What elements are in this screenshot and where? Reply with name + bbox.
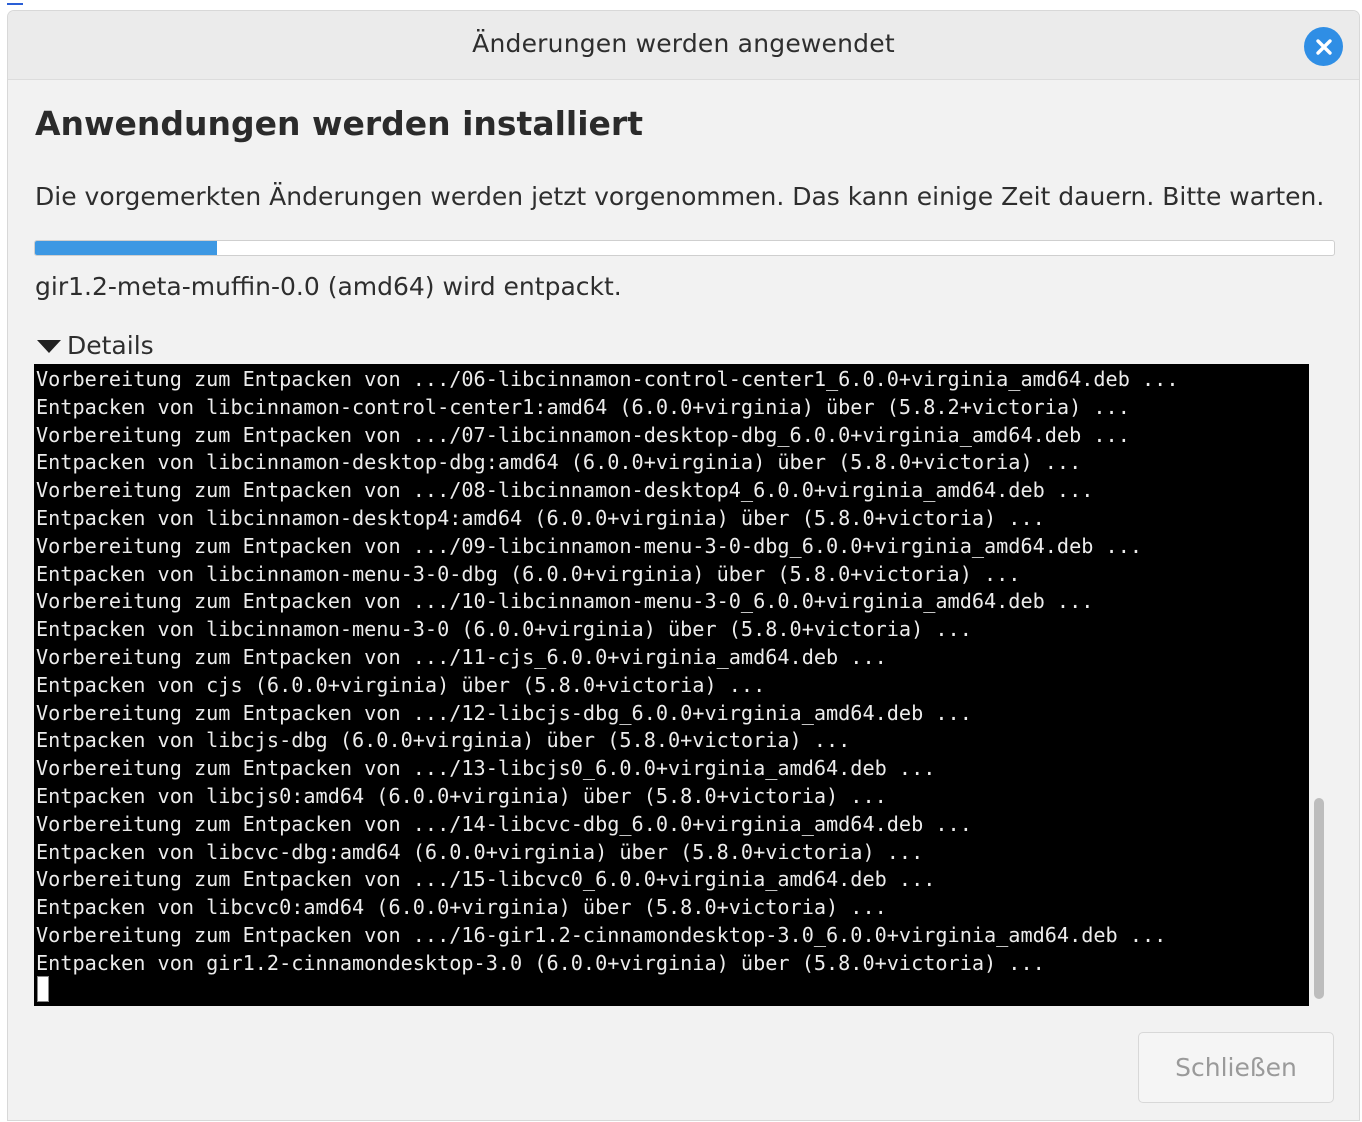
description-text: Die vorgemerkten Änderungen werden jetzt… [35,182,1325,211]
terminal-line: Vorbereitung zum Entpacken von .../07-li… [36,422,1130,447]
terminal-line: Entpacken von libcjs0:amd64 (6.0.0+virgi… [36,783,887,808]
window-close-button[interactable] [1304,27,1343,66]
terminal-line: Vorbereitung zum Entpacken von .../16-gi… [36,922,1167,947]
terminal-line: Entpacken von libcinnamon-desktop4:amd64… [36,505,1045,530]
details-label: Details [67,331,154,360]
terminal-line: Entpacken von libcjs-dbg (6.0.0+virginia… [36,728,851,753]
terminal-line: Entpacken von gir1.2-cinnamondesktop-3.0… [36,950,1045,975]
terminal-output[interactable]: Vorbereitung zum Entpacken von .../06-li… [34,364,1309,1006]
terminal-line: Vorbereitung zum Entpacken von .../15-li… [36,867,936,892]
status-text: gir1.2-meta-muffin-0.0 (amd64) wird entp… [35,272,622,301]
terminal-line: Vorbereitung zum Entpacken von .../12-li… [36,700,972,725]
terminal-line: Vorbereitung zum Entpacken von .../13-li… [36,756,936,781]
terminal-line: Vorbereitung zum Entpacken von .../08-li… [36,478,1094,503]
terminal-lines: Vorbereitung zum Entpacken von .../06-li… [34,366,1178,978]
triangle-down-icon [37,340,61,353]
terminal-line: Entpacken von libcinnamon-control-center… [36,394,1130,419]
progress-bar-fill [35,241,217,255]
top-edge-marker [7,3,23,5]
terminal-cursor [37,976,49,1002]
terminal-line: Entpacken von libcvc0:amd64 (6.0.0+virgi… [36,895,887,920]
terminal-line: Vorbereitung zum Entpacken von .../14-li… [36,811,972,836]
terminal-line: Entpacken von libcinnamon-menu-3-0-dbg (… [36,561,1021,586]
terminal-line: Vorbereitung zum Entpacken von .../06-li… [36,367,1179,391]
close-button[interactable]: Schließen [1138,1032,1334,1103]
terminal-line: Entpacken von libcinnamon-menu-3-0 (6.0.… [36,617,972,642]
terminal-line: Vorbereitung zum Entpacken von .../11-cj… [36,644,887,669]
terminal-line: Entpacken von cjs (6.0.0+virginia) über … [36,672,766,697]
title-bar: Änderungen werden angewendet [8,11,1359,80]
terminal-line: Entpacken von libcinnamon-desktop-dbg:am… [36,450,1082,475]
progress-bar [34,240,1335,256]
dialog-window: Änderungen werden angewendet Anwendungen… [8,11,1359,1120]
terminal-line: Vorbereitung zum Entpacken von .../09-li… [36,533,1143,558]
page-heading: Anwendungen werden installiert [35,104,643,143]
close-icon [1315,38,1332,55]
terminal-line: Vorbereitung zum Entpacken von .../10-li… [36,589,1094,614]
window-title: Änderungen werden angewendet [472,29,895,58]
terminal-line: Entpacken von libcvc-dbg:amd64 (6.0.0+vi… [36,839,924,864]
terminal-scrollbar[interactable] [1314,798,1324,999]
details-expander[interactable]: Details [37,331,154,360]
